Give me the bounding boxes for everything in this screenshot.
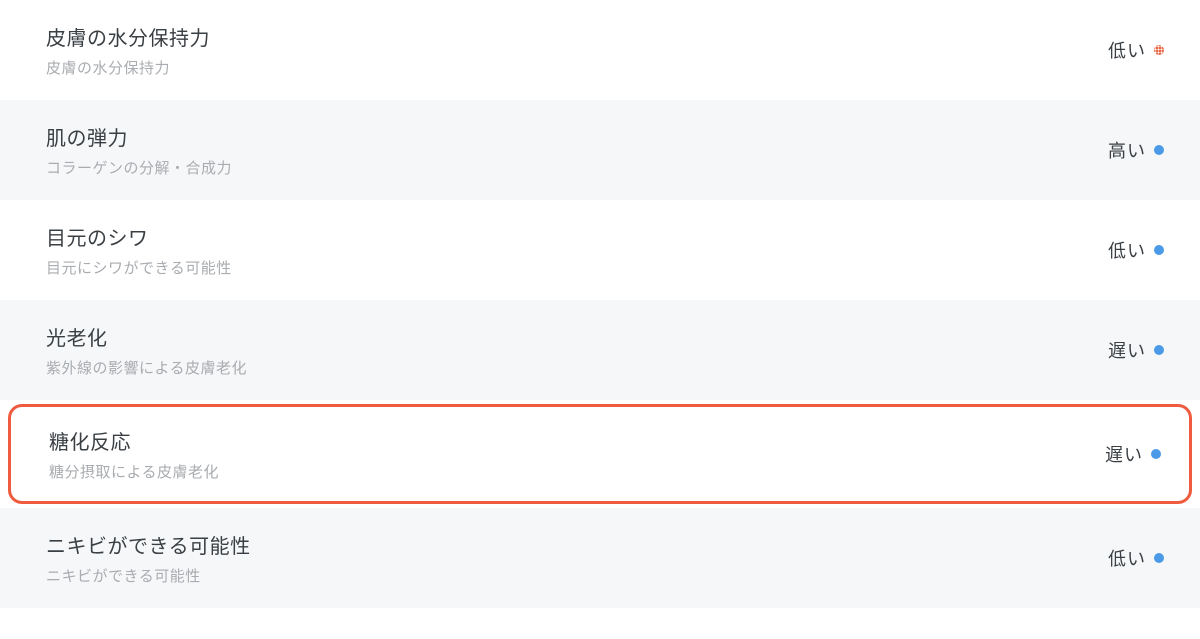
item-text-block: ニキビができる可能性 ニキビができる可能性 — [46, 530, 251, 586]
results-list: 皮膚の水分保持力 皮膚の水分保持力 低い 肌の弾力 コラーゲンの分解・合成力 高… — [0, 0, 1200, 608]
list-item[interactable]: 皮膚の水分保持力 皮膚の水分保持力 低い — [0, 0, 1200, 100]
list-item-highlighted[interactable]: 糖化反応 糖分摂取による皮膚老化 遅い — [8, 404, 1192, 504]
list-item[interactable]: 光老化 紫外線の影響による皮膚老化 遅い — [0, 300, 1200, 400]
item-value: 低い — [1108, 545, 1146, 571]
item-subtitle: コラーゲンの分解・合成力 — [46, 157, 232, 178]
item-title: ニキビができる可能性 — [46, 530, 251, 559]
item-value-block: 遅い — [1105, 441, 1161, 467]
item-subtitle: ニキビができる可能性 — [46, 565, 251, 586]
item-value: 遅い — [1105, 441, 1143, 467]
item-title: 目元のシワ — [46, 222, 232, 251]
list-item[interactable]: 肌の弾力 コラーゲンの分解・合成力 高い — [0, 100, 1200, 200]
list-item[interactable]: ニキビができる可能性 ニキビができる可能性 低い — [0, 508, 1200, 608]
item-subtitle: 糖分摂取による皮膚老化 — [49, 461, 219, 482]
item-title: 光老化 — [46, 322, 247, 351]
item-value: 遅い — [1108, 337, 1146, 363]
item-text-block: 光老化 紫外線の影響による皮膚老化 — [46, 322, 247, 378]
status-dot-icon — [1151, 449, 1161, 459]
item-value-block: 遅い — [1108, 337, 1164, 363]
item-subtitle: 目元にシワができる可能性 — [46, 257, 232, 278]
item-text-block: 肌の弾力 コラーゲンの分解・合成力 — [46, 122, 232, 178]
item-title: 糖化反応 — [49, 426, 219, 455]
item-title: 皮膚の水分保持力 — [46, 22, 210, 51]
status-dot-icon — [1154, 245, 1164, 255]
item-text-block: 糖化反応 糖分摂取による皮膚老化 — [49, 426, 219, 482]
item-subtitle: 皮膚の水分保持力 — [46, 57, 210, 78]
item-value-block: 低い — [1108, 237, 1164, 263]
item-text-block: 目元のシワ 目元にシワができる可能性 — [46, 222, 232, 278]
item-value: 低い — [1108, 37, 1146, 63]
item-value: 高い — [1108, 137, 1146, 163]
status-dot-icon — [1154, 345, 1164, 355]
list-item[interactable]: 目元のシワ 目元にシワができる可能性 低い — [0, 200, 1200, 300]
item-value-block: 低い — [1108, 545, 1164, 571]
item-value: 低い — [1108, 237, 1146, 263]
item-title: 肌の弾力 — [46, 122, 232, 151]
item-text-block: 皮膚の水分保持力 皮膚の水分保持力 — [46, 22, 210, 78]
item-subtitle: 紫外線の影響による皮膚老化 — [46, 357, 247, 378]
item-value-block: 高い — [1108, 137, 1164, 163]
status-dot-icon — [1154, 145, 1164, 155]
status-dot-icon — [1154, 45, 1164, 55]
status-dot-icon — [1154, 553, 1164, 563]
item-value-block: 低い — [1108, 37, 1164, 63]
